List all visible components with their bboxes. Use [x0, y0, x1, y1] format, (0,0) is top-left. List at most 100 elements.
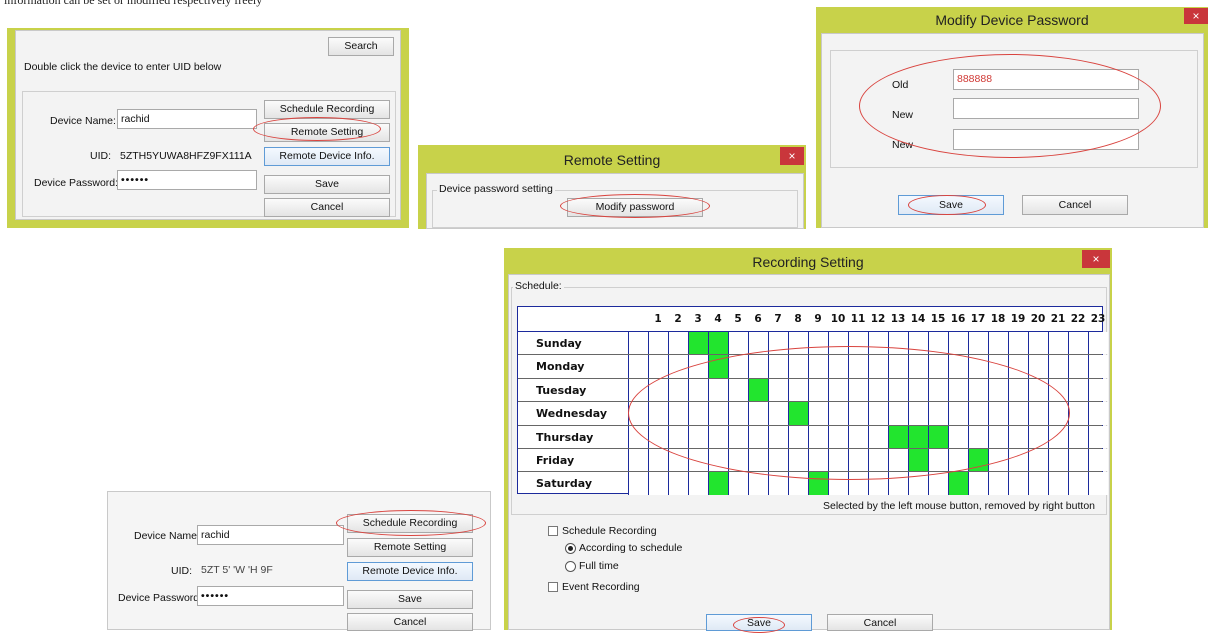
schedule-cell[interactable] — [648, 402, 668, 425]
schedule-cell[interactable] — [1048, 332, 1068, 355]
schedule-cell[interactable] — [668, 449, 688, 472]
schedule-cell[interactable] — [1088, 425, 1108, 448]
schedule-cell[interactable] — [1088, 378, 1108, 402]
schedule-cell[interactable] — [988, 378, 1008, 402]
schedule-cell[interactable] — [928, 355, 948, 378]
schedule-cell[interactable] — [1088, 402, 1108, 425]
schedule-cell[interactable] — [788, 332, 808, 355]
schedule-cell[interactable] — [948, 355, 968, 378]
modify-password-close-button[interactable]: × — [1184, 8, 1208, 24]
schedule-cell[interactable] — [748, 472, 768, 495]
schedule-cell[interactable] — [728, 449, 748, 472]
schedule-cell[interactable] — [628, 425, 648, 448]
remote-device-info-button[interactable]: Remote Device Info. — [264, 147, 390, 166]
schedule-cell[interactable] — [868, 472, 888, 495]
schedule-cell[interactable] — [708, 378, 728, 402]
schedule-cell[interactable] — [748, 355, 768, 378]
schedule-cell[interactable] — [968, 378, 988, 402]
schedule-cell[interactable] — [768, 449, 788, 472]
schedule-cell[interactable] — [1048, 425, 1068, 448]
schedule-cell[interactable] — [708, 449, 728, 472]
schedule-cell[interactable] — [828, 378, 848, 402]
schedule-cell[interactable] — [988, 402, 1008, 425]
schedule-cell[interactable] — [1068, 332, 1088, 355]
schedule-cell[interactable] — [868, 355, 888, 378]
schedule-cell[interactable] — [648, 378, 668, 402]
schedule-cell[interactable] — [648, 425, 668, 448]
schedule-cell[interactable] — [728, 378, 748, 402]
according-to-schedule-radio[interactable] — [565, 543, 576, 554]
schedule-cell[interactable] — [848, 378, 868, 402]
schedule-cell[interactable] — [848, 332, 868, 355]
recording-cancel-button[interactable]: Cancel — [827, 614, 933, 631]
schedule-cell[interactable] — [728, 332, 748, 355]
remote-setting-close-button[interactable]: × — [780, 147, 804, 165]
schedule-cell[interactable] — [968, 449, 988, 472]
schedule-cell[interactable] — [728, 402, 748, 425]
schedule-cell[interactable] — [1008, 332, 1028, 355]
schedule-cell[interactable] — [988, 425, 1008, 448]
schedule-cell[interactable] — [728, 472, 748, 495]
schedule-cell[interactable] — [708, 402, 728, 425]
schedule-cell[interactable] — [1028, 472, 1048, 495]
schedule-cell[interactable] — [1068, 378, 1088, 402]
cancel-button[interactable]: Cancel — [264, 198, 390, 217]
schedule-cell[interactable] — [1068, 425, 1088, 448]
recording-setting-close-button[interactable]: × — [1082, 250, 1110, 268]
schedule-cell[interactable] — [748, 449, 768, 472]
schedule-cell[interactable] — [1048, 355, 1068, 378]
schedule-cell[interactable] — [888, 402, 908, 425]
schedule-cell[interactable] — [808, 355, 828, 378]
schedule-cell[interactable] — [688, 449, 708, 472]
schedule-cell[interactable] — [888, 425, 908, 448]
device-name-input-2[interactable]: rachid — [197, 525, 344, 545]
schedule-cell[interactable] — [1048, 449, 1068, 472]
schedule-cell[interactable] — [908, 425, 928, 448]
schedule-cell[interactable] — [768, 355, 788, 378]
schedule-cell[interactable] — [948, 472, 968, 495]
schedule-cell[interactable] — [1088, 355, 1108, 378]
schedule-cell[interactable] — [928, 425, 948, 448]
schedule-cell[interactable] — [808, 472, 828, 495]
schedule-cell[interactable] — [808, 402, 828, 425]
schedule-cell[interactable] — [868, 449, 888, 472]
schedule-cell[interactable] — [1008, 449, 1028, 472]
schedule-cell[interactable] — [1028, 355, 1048, 378]
schedule-cell[interactable] — [668, 472, 688, 495]
schedule-cell[interactable] — [808, 378, 828, 402]
schedule-cell[interactable] — [708, 472, 728, 495]
schedule-cell[interactable] — [768, 472, 788, 495]
schedule-cell[interactable] — [728, 355, 748, 378]
schedule-cell[interactable] — [788, 378, 808, 402]
remote-setting-button-2[interactable]: Remote Setting — [347, 538, 473, 557]
schedule-cell[interactable] — [988, 332, 1008, 355]
schedule-cell[interactable] — [708, 425, 728, 448]
schedule-cell[interactable] — [788, 472, 808, 495]
schedule-cell[interactable] — [1008, 425, 1028, 448]
schedule-cell[interactable] — [1068, 355, 1088, 378]
modify-password-save-button[interactable]: Save — [898, 195, 1004, 215]
schedule-cell[interactable] — [828, 402, 848, 425]
schedule-cell[interactable] — [888, 332, 908, 355]
cancel-button-2[interactable]: Cancel — [347, 613, 473, 631]
schedule-cell[interactable] — [628, 378, 648, 402]
schedule-cell[interactable] — [888, 472, 908, 495]
schedule-cell[interactable] — [828, 355, 848, 378]
schedule-cell[interactable] — [928, 449, 948, 472]
save-button[interactable]: Save — [264, 175, 390, 194]
schedule-cell[interactable] — [688, 355, 708, 378]
schedule-cell[interactable] — [868, 332, 888, 355]
schedule-cell[interactable] — [688, 472, 708, 495]
schedule-recording-button-2[interactable]: Schedule Recording — [347, 514, 473, 533]
schedule-cell[interactable] — [628, 449, 648, 472]
schedule-cell[interactable] — [868, 402, 888, 425]
schedule-cell[interactable] — [908, 472, 928, 495]
schedule-cell[interactable] — [988, 449, 1008, 472]
schedule-recording-checkbox[interactable] — [548, 526, 558, 536]
new-password-input[interactable] — [953, 98, 1139, 119]
device-name-input[interactable]: rachid — [117, 109, 257, 129]
event-recording-checkbox[interactable] — [548, 582, 558, 592]
schedule-cell[interactable] — [748, 402, 768, 425]
schedule-cell[interactable] — [1088, 449, 1108, 472]
schedule-cell[interactable] — [708, 355, 728, 378]
